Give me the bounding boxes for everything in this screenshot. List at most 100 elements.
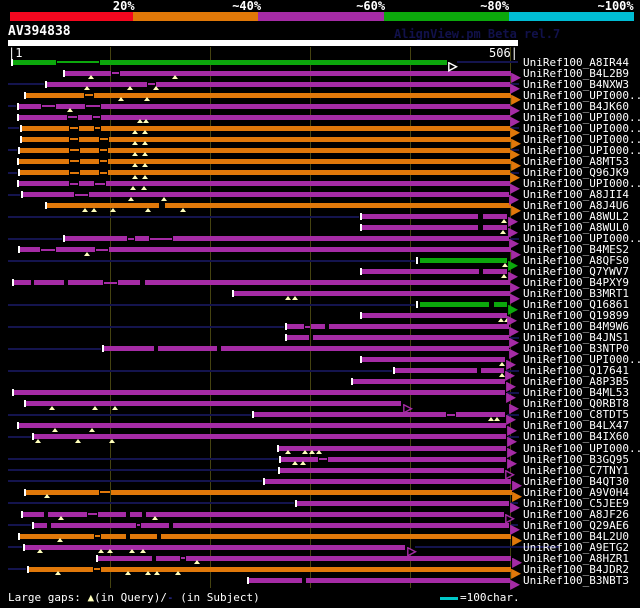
- alignment-segment[interactable]: [141, 522, 169, 528]
- alignment-segment[interactable]: [361, 269, 479, 275]
- alignment-segment[interactable]: [181, 557, 185, 560]
- alignment-segment[interactable]: [18, 114, 67, 120]
- alignment-segment[interactable]: [118, 280, 140, 286]
- alignment-segment[interactable]: [101, 566, 511, 572]
- alignment-segment[interactable]: [94, 92, 511, 98]
- alignment-segment[interactable]: [64, 236, 127, 242]
- alignment-segment[interactable]: [420, 302, 489, 308]
- alignment-segment[interactable]: [296, 500, 509, 506]
- alignment-segment[interactable]: [447, 413, 455, 416]
- alignment-segment[interactable]: [150, 237, 172, 240]
- alignment-segment[interactable]: [361, 225, 478, 231]
- alignment-segment[interactable]: [101, 114, 510, 120]
- alignment-segment[interactable]: [24, 544, 405, 550]
- alignment-segment[interactable]: [97, 555, 152, 561]
- hit-label[interactable]: UniRef100_Q29AE6: [523, 520, 629, 531]
- alignment-segment[interactable]: [146, 511, 504, 517]
- alignment-segment[interactable]: [173, 522, 509, 528]
- alignment-segment[interactable]: [89, 192, 509, 198]
- alignment-segment[interactable]: [128, 237, 134, 240]
- alignment-segment[interactable]: [21, 125, 69, 131]
- alignment-segment[interactable]: [145, 280, 510, 286]
- hit-label[interactable]: UniRef100_UPI000..: [523, 443, 640, 454]
- alignment-segment[interactable]: [85, 94, 93, 97]
- alignment-segment[interactable]: [103, 346, 154, 352]
- alignment-segment[interactable]: [88, 513, 97, 516]
- alignment-segment[interactable]: [101, 533, 126, 539]
- alignment-segment[interactable]: [22, 192, 74, 198]
- alignment-segment[interactable]: [13, 390, 505, 396]
- alignment-segment[interactable]: [78, 114, 92, 120]
- alignment-segment[interactable]: [94, 568, 100, 571]
- alignment-segment[interactable]: [319, 458, 327, 461]
- alignment-segment[interactable]: [95, 535, 100, 538]
- alignment-segment[interactable]: [305, 325, 310, 328]
- alignment-segment[interactable]: [106, 181, 510, 187]
- alignment-segment[interactable]: [420, 258, 507, 264]
- alignment-segment[interactable]: [12, 59, 56, 65]
- alignment-segment[interactable]: [130, 533, 157, 539]
- alignment-segment[interactable]: [70, 138, 78, 141]
- alignment-segment[interactable]: [311, 324, 325, 330]
- alignment-segment[interactable]: [80, 158, 99, 164]
- alignment-segment[interactable]: [33, 434, 506, 440]
- alignment-segment[interactable]: [394, 368, 477, 374]
- alignment-segment[interactable]: [186, 555, 511, 561]
- alignment-segment[interactable]: [95, 127, 100, 130]
- alignment-segment[interactable]: [70, 171, 79, 174]
- alignment-segment[interactable]: [41, 248, 55, 251]
- alignment-segment[interactable]: [13, 280, 31, 286]
- alignment-segment[interactable]: [108, 158, 511, 164]
- alignment-segment[interactable]: [75, 193, 88, 196]
- alignment-segment[interactable]: [108, 170, 510, 175]
- alignment-segment[interactable]: [57, 61, 99, 64]
- alignment-segment[interactable]: [328, 456, 506, 462]
- alignment-segment[interactable]: [109, 247, 511, 253]
- alignment-segment[interactable]: [21, 136, 69, 142]
- hit-label[interactable]: UniRef100_B4L2U0: [523, 531, 629, 542]
- alignment-segment[interactable]: [221, 346, 509, 352]
- alignment-segment[interactable]: [100, 491, 110, 494]
- alignment-segment[interactable]: [25, 489, 99, 495]
- hit-label[interactable]: UniRef100_B3NBT3: [523, 575, 629, 586]
- alignment-segment[interactable]: [148, 83, 155, 86]
- hit-label[interactable]: UniRef100_B4QT30: [523, 476, 629, 487]
- alignment-segment[interactable]: [51, 522, 136, 528]
- alignment-segment[interactable]: [22, 511, 44, 517]
- alignment-segment[interactable]: [95, 182, 105, 185]
- alignment-segment[interactable]: [313, 335, 509, 341]
- alignment-segment[interactable]: [135, 236, 149, 242]
- alignment-segment[interactable]: [156, 555, 180, 561]
- alignment-segment[interactable]: [93, 116, 100, 119]
- alignment-segment[interactable]: [79, 136, 99, 142]
- alignment-segment[interactable]: [68, 116, 77, 119]
- alignment-segment[interactable]: [33, 522, 47, 528]
- alignment-segment[interactable]: [70, 160, 79, 163]
- alignment-segment[interactable]: [253, 412, 446, 418]
- hit-label[interactable]: UniRef100_A8JF26: [523, 509, 629, 520]
- hit-label[interactable]: UniRef100_B3GQ95: [523, 454, 629, 465]
- alignment-segment[interactable]: [79, 125, 94, 131]
- alignment-segment[interactable]: [137, 524, 140, 527]
- alignment-segment[interactable]: [100, 160, 107, 163]
- alignment-segment[interactable]: [68, 280, 103, 286]
- alignment-segment[interactable]: [96, 248, 108, 251]
- hit-label[interactable]: UniRef100_A9V0H4: [523, 487, 629, 498]
- alignment-segment[interactable]: [165, 203, 511, 209]
- alignment-segment[interactable]: [158, 346, 217, 352]
- alignment-segment[interactable]: [101, 103, 510, 109]
- alignment-segment[interactable]: [42, 105, 55, 108]
- alignment-segment[interactable]: [70, 127, 78, 130]
- alignment-segment[interactable]: [264, 478, 511, 484]
- alignment-segment[interactable]: [306, 577, 510, 583]
- alignment-segment[interactable]: [34, 280, 64, 286]
- alignment-segment[interactable]: [161, 533, 511, 539]
- alignment-segment[interactable]: [18, 181, 69, 187]
- hit-label[interactable]: UniRef100_C7TNY1: [523, 465, 629, 476]
- alignment-segment[interactable]: [100, 59, 447, 65]
- alignment-segment[interactable]: [279, 467, 504, 473]
- alignment-segment[interactable]: [173, 236, 509, 242]
- alignment-segment[interactable]: [248, 577, 302, 583]
- alignment-segment[interactable]: [19, 170, 69, 175]
- alignment-segment[interactable]: [101, 125, 510, 131]
